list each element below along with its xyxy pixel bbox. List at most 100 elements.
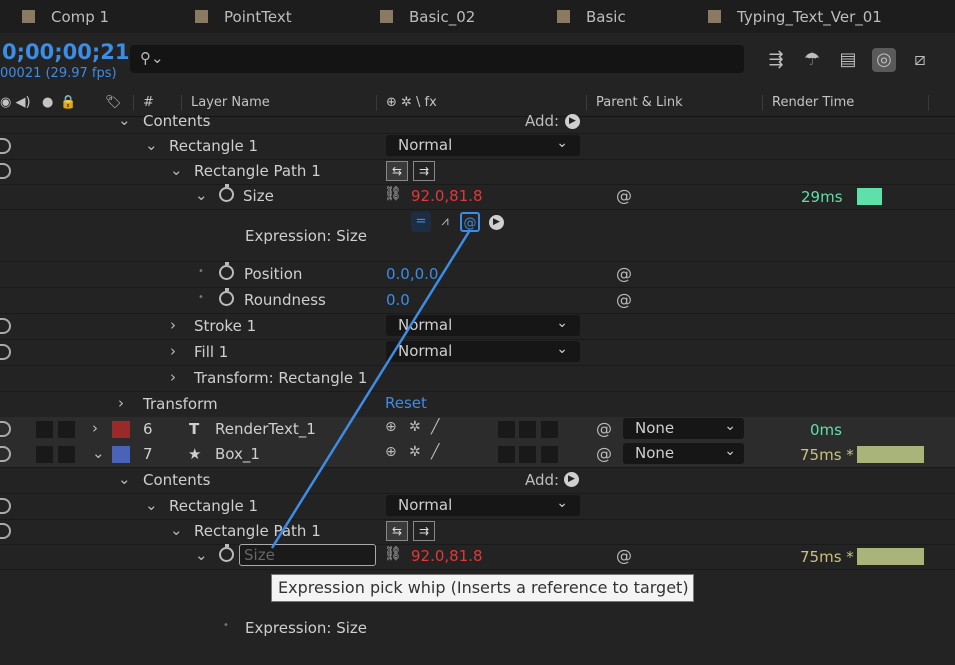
label-column-icon[interactable]: 🏷 bbox=[105, 95, 122, 110]
blend-mode-dropdown[interactable]: Normal ⌄ bbox=[386, 341, 580, 362]
reset-link[interactable]: Reset bbox=[385, 394, 427, 412]
expression-row[interactable]: = ⩘ @ ▶ Expression: Size bbox=[0, 209, 955, 262]
current-time-display[interactable]: 0;00;00;21 bbox=[2, 40, 129, 64]
property-value[interactable]: 92.0,81.8 bbox=[411, 187, 483, 205]
tab-basic[interactable]: Basic bbox=[557, 0, 626, 33]
stopwatch-icon[interactable] bbox=[219, 184, 234, 202]
solo-toggle[interactable] bbox=[36, 446, 53, 463]
chevron-down-icon[interactable]: ⌄ bbox=[145, 496, 158, 514]
property-value[interactable]: 0.0 bbox=[386, 291, 410, 309]
solo-toggle[interactable] bbox=[36, 421, 53, 438]
tab-basic-02[interactable]: Basic_02 bbox=[380, 0, 475, 33]
eye-icon[interactable] bbox=[0, 138, 11, 154]
quality-icon[interactable]: ╱ bbox=[431, 419, 439, 435]
blend-mode-dropdown[interactable]: Normal ⌄ bbox=[386, 135, 580, 156]
property-value[interactable]: 92.0,81.8 bbox=[411, 547, 483, 565]
pick-whip-icon[interactable]: @ bbox=[616, 290, 632, 309]
quality-icon[interactable]: ╱ bbox=[431, 444, 439, 460]
column-number[interactable]: # bbox=[143, 95, 154, 110]
layer-name[interactable]: RenderText_1 bbox=[215, 420, 316, 438]
property-value[interactable]: 0.0,0.0 bbox=[386, 265, 438, 283]
parent-dropdown[interactable]: None ⌄ bbox=[623, 418, 744, 439]
expression-pick-whip-icon[interactable]: @ bbox=[460, 212, 480, 232]
switch-box[interactable] bbox=[541, 446, 558, 463]
column-divider[interactable] bbox=[181, 95, 182, 111]
stopwatch-icon[interactable] bbox=[219, 288, 234, 306]
fill-1-row[interactable]: › Fill 1 Normal ⌄ bbox=[0, 340, 955, 366]
expression-enable-icon[interactable]: = bbox=[411, 212, 431, 232]
eye-column-icon[interactable]: ◉ ◀) bbox=[0, 95, 31, 110]
eye-icon[interactable] bbox=[0, 421, 11, 437]
eye-icon[interactable] bbox=[0, 163, 11, 179]
path-direction-reverse-icon[interactable]: ⇆ bbox=[386, 161, 408, 181]
add-menu-button[interactable]: ▶ bbox=[565, 114, 580, 129]
layer-row-7[interactable]: ⌄ 7 ★ Box_1 ⊕ ✲ ╱ @ None ⌄ 75ms * bbox=[0, 442, 955, 468]
composition-flowchart-icon[interactable]: ⇶ bbox=[764, 48, 788, 72]
switch-box[interactable] bbox=[519, 446, 536, 463]
transform-row[interactable]: › Transform Reset bbox=[0, 392, 955, 418]
stopwatch-icon[interactable] bbox=[219, 544, 234, 562]
chevron-down-icon[interactable]: ⌄ bbox=[118, 111, 131, 129]
parent-dropdown[interactable]: None ⌄ bbox=[623, 443, 744, 464]
rectangle-path-1-row[interactable]: ⌄ Rectangle Path 1 ⇆ ⇉ bbox=[0, 519, 955, 545]
contents-row[interactable]: ⌄ Contents Add: ▶ bbox=[0, 111, 955, 134]
chevron-down-icon[interactable]: ⌄ bbox=[170, 161, 183, 179]
eye-icon[interactable] bbox=[0, 446, 11, 462]
lock-column-icon[interactable]: 🔒 bbox=[60, 95, 76, 110]
draft-3d-icon[interactable]: ☂ bbox=[800, 48, 824, 72]
blend-mode-dropdown[interactable]: Normal ⌄ bbox=[386, 495, 580, 516]
stroke-1-row[interactable]: › Stroke 1 Normal ⌄ bbox=[0, 314, 955, 340]
pick-whip-icon[interactable]: @ bbox=[616, 264, 632, 283]
rectangle-1-row[interactable]: ⌄ Rectangle 1 Normal ⌄ bbox=[0, 494, 955, 520]
layer-label-color[interactable] bbox=[112, 421, 130, 438]
shy-icon[interactable]: ⊕ bbox=[385, 419, 397, 435]
column-switches[interactable]: ⊕ ✲ \ fx bbox=[386, 95, 437, 110]
expression-label[interactable]: Expression: Size bbox=[245, 619, 367, 637]
eye-icon[interactable] bbox=[0, 318, 11, 334]
expression-language-menu-icon[interactable]: ▶ bbox=[489, 215, 504, 230]
stopwatch-icon[interactable] bbox=[219, 262, 234, 280]
add-menu-button[interactable]: ▶ bbox=[564, 472, 579, 487]
path-direction-forward-icon[interactable]: ⇉ bbox=[413, 521, 435, 541]
column-divider[interactable] bbox=[928, 95, 929, 111]
constrain-proportions-link-icon[interactable]: ⛓ bbox=[384, 186, 402, 202]
column-parent-link[interactable]: Parent & Link bbox=[596, 95, 683, 110]
pick-whip-icon[interactable]: @ bbox=[616, 546, 632, 565]
column-divider[interactable] bbox=[376, 95, 377, 111]
layer-row-6[interactable]: › 6 T RenderText_1 ⊕ ✲ ╱ @ None ⌄ 0ms bbox=[0, 417, 955, 443]
chevron-down-icon[interactable]: ⌄ bbox=[118, 470, 131, 488]
frame-blending-icon[interactable]: ▤ bbox=[836, 48, 860, 72]
roundness-property-row[interactable]: • Roundness 0.0 @ bbox=[0, 288, 955, 314]
constrain-proportions-link-icon[interactable]: ⛓ bbox=[384, 546, 402, 562]
collapse-icon[interactable]: ✲ bbox=[409, 419, 421, 435]
switch-box[interactable] bbox=[498, 446, 515, 463]
solo-column-icon[interactable]: ● bbox=[42, 95, 53, 110]
transform-rectangle-1-row[interactable]: › Transform: Rectangle 1 bbox=[0, 366, 955, 392]
chevron-down-icon[interactable]: ⌄ bbox=[145, 136, 158, 154]
chevron-right-icon[interactable]: › bbox=[170, 316, 176, 334]
layer-label-color[interactable] bbox=[112, 446, 130, 463]
blend-mode-dropdown[interactable]: Normal ⌄ bbox=[386, 315, 580, 336]
motion-blur-icon[interactable]: ◎ bbox=[872, 48, 896, 72]
layer-name[interactable]: Box_1 bbox=[215, 445, 260, 463]
chevron-down-icon[interactable]: ⌄ bbox=[195, 186, 208, 204]
lock-toggle[interactable] bbox=[58, 446, 75, 463]
switch-box[interactable] bbox=[498, 421, 515, 438]
chevron-right-icon[interactable]: › bbox=[170, 368, 176, 386]
rectangle-path-1-row[interactable]: ⌄ Rectangle Path 1 ⇆ ⇉ bbox=[0, 159, 955, 185]
column-layer-name[interactable]: Layer Name bbox=[191, 95, 270, 110]
eye-icon[interactable] bbox=[0, 344, 11, 360]
property-name-field[interactable]: Size bbox=[239, 544, 376, 566]
pick-whip-icon[interactable]: @ bbox=[616, 186, 632, 205]
tab-typing-text-ver-01[interactable]: Typing_Text_Ver_01 bbox=[708, 0, 882, 33]
path-direction-reverse-icon[interactable]: ⇆ bbox=[386, 521, 408, 541]
chevron-right-icon[interactable]: › bbox=[92, 419, 98, 437]
size-property-row[interactable]: ⌄ Size ⛓ 92.0,81.8 @ 29ms bbox=[0, 184, 955, 210]
chevron-down-icon[interactable]: ⌄ bbox=[170, 521, 183, 539]
chevron-down-icon[interactable]: ⌄ bbox=[195, 546, 208, 564]
graph-editor-icon[interactable]: ⧄ bbox=[908, 48, 932, 72]
expression-label[interactable]: Expression: Size bbox=[245, 227, 367, 245]
expression-graph-icon[interactable]: ⩘ bbox=[435, 212, 455, 232]
eye-icon[interactable] bbox=[0, 523, 11, 539]
search-input[interactable]: ⚲⌄ bbox=[130, 45, 744, 73]
